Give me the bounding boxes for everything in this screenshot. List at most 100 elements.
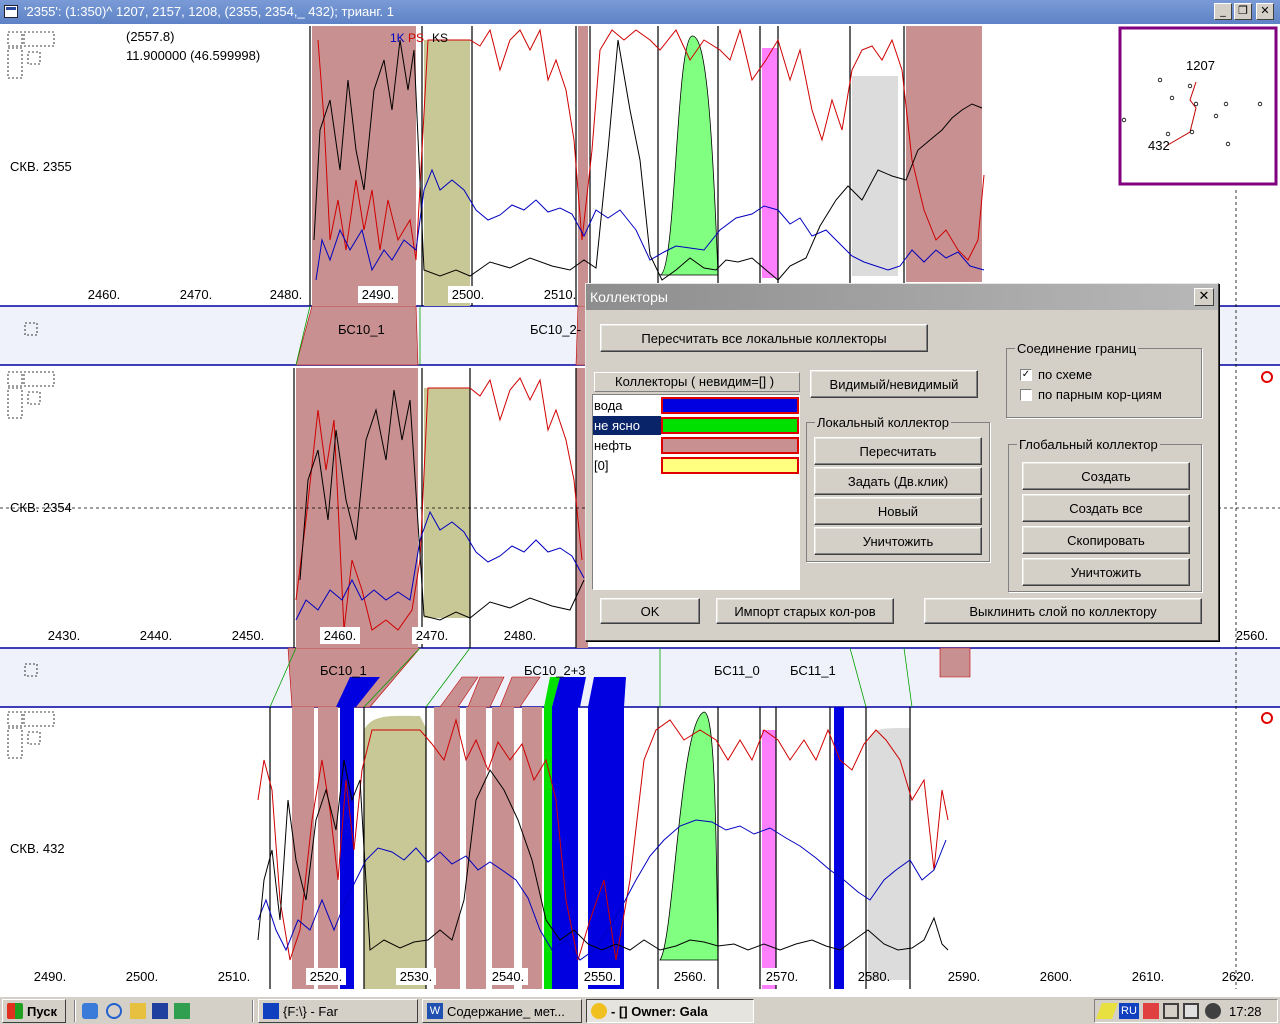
list-item[interactable]: [0]: [593, 456, 799, 475]
corr-label-bs11-0: БС11_0: [714, 663, 760, 678]
depth-tick-label: 2430.: [48, 628, 81, 643]
browser-icon[interactable]: [106, 1003, 122, 1019]
collector-color-swatch: [661, 397, 799, 414]
boundary-connection-group: Соединение границ: [1006, 341, 1202, 418]
collector-color-swatch: [661, 417, 799, 434]
well-name-2354: СКВ. 2354: [10, 500, 72, 515]
well-track-2355: 1K PS KS: [309, 26, 985, 306]
local-new-button[interactable]: Новый: [814, 497, 982, 525]
language-indicator[interactable]: RU: [1119, 1003, 1139, 1019]
task-owner-gala[interactable]: - [] Owner: Gala: [586, 999, 754, 1023]
marker-circle[interactable]: [1261, 712, 1273, 724]
antivirus-icon[interactable]: [1143, 1003, 1159, 1019]
global-create-button[interactable]: Создать: [1022, 462, 1190, 490]
depth-tick-label: 2510.: [544, 287, 577, 302]
visible-toggle-button[interactable]: Видимый/невидимый: [810, 370, 978, 398]
explorer-icon[interactable]: [130, 1003, 146, 1019]
dialog-title-bar[interactable]: Коллекторы ✕: [586, 284, 1218, 310]
word-icon: W: [427, 1003, 443, 1019]
list-item[interactable]: вода: [593, 396, 799, 415]
inset-label-432: 432: [1148, 138, 1170, 153]
show-desktop-icon[interactable]: [82, 1003, 98, 1019]
global-create-all-button[interactable]: Создать все: [1022, 494, 1190, 522]
printer-icon[interactable]: [1205, 1003, 1221, 1019]
depth-tick-label: 2620.: [1222, 969, 1255, 984]
task-word[interactable]: W Содержание_ мет...: [422, 999, 582, 1023]
windows-logo-icon: [7, 1003, 23, 1019]
collector-color-swatch: [661, 437, 799, 454]
depth-tick-label: 2500.: [452, 287, 485, 302]
window-title-bar[interactable]: '2355': (1:350)^ 1207, 2157, 1208, (2355…: [0, 0, 1280, 24]
window-title: '2355': (1:350)^ 1207, 2157, 1208, (2355…: [24, 4, 394, 19]
depth-tick-label: 2520.: [310, 969, 343, 984]
minimize-button[interactable]: _: [1214, 3, 1232, 20]
cursor-depth-readout: (2557.8): [126, 29, 174, 44]
depth-tick-label: 2460.: [88, 287, 121, 302]
ok-button[interactable]: OK: [600, 598, 700, 624]
curve-legend-ps: PS: [408, 31, 424, 45]
depth-tick-label: 2470.: [180, 287, 213, 302]
depth-tick-label: 2450.: [232, 628, 265, 643]
import-old-collectors-button[interactable]: Импорт старых кол-ров: [716, 598, 894, 624]
depth-tick-label: 2480.: [270, 287, 303, 302]
depth-tick-label: 2610.: [1132, 969, 1165, 984]
local-recalc-button[interactable]: Пересчитать: [814, 437, 982, 465]
app-quick-icon[interactable]: [174, 1003, 190, 1019]
restore-button[interactable]: ❐: [1234, 3, 1252, 20]
depth-tick-label: 2510.: [218, 969, 251, 984]
corr-label-bs10-1-upper: БС10_1: [338, 322, 385, 337]
cursor-value-readout: 11.900000 (46.599998): [126, 48, 260, 63]
inset-well-map[interactable]: 1207 432: [1118, 26, 1278, 186]
depth-tick-label: 2540.: [492, 969, 525, 984]
start-label: Пуск: [27, 1003, 57, 1019]
start-button[interactable]: Пуск: [2, 999, 66, 1023]
task-word-label: Содержание_ мет...: [447, 1003, 565, 1019]
depth-tick-label: 2590.: [948, 969, 981, 984]
collectors-list[interactable]: вода не ясно нефть [0]: [592, 394, 800, 590]
global-delete-button[interactable]: Уничтожить: [1022, 558, 1190, 586]
checkbox-checked-icon: ✓: [1020, 368, 1032, 381]
local-collector-label: Локальный коллектор: [815, 415, 951, 430]
curve-legend-1k: 1K: [390, 31, 405, 45]
local-delete-button[interactable]: Уничтожить: [814, 527, 982, 555]
well-name-432: СКВ. 432: [10, 841, 65, 856]
well-track-432: [257, 707, 949, 989]
global-copy-button[interactable]: Скопировать: [1022, 526, 1190, 554]
app-icon: [591, 1003, 607, 1019]
collector-name: не ясно: [594, 418, 640, 433]
monitor-icon[interactable]: [1183, 1003, 1199, 1019]
by-scheme-checkbox[interactable]: ✓ по схеме: [1020, 367, 1092, 382]
list-item[interactable]: нефть: [593, 436, 799, 455]
list-item[interactable]: не ясно: [593, 416, 799, 435]
clock: 17:28: [1229, 1004, 1262, 1019]
close-button[interactable]: ✕: [1256, 3, 1274, 20]
power-icon[interactable]: [1096, 1003, 1118, 1019]
by-pair-correlations-checkbox[interactable]: по парным кор-циям: [1020, 387, 1162, 402]
curve-legend-ks: KS: [432, 31, 448, 45]
local-set-button[interactable]: Задать (Дв.клик): [814, 467, 982, 495]
depth-tick-label: 2550.: [584, 969, 617, 984]
by-scheme-label: по схеме: [1038, 367, 1093, 382]
recalc-all-local-button[interactable]: Пересчитать все локальные коллекторы: [600, 324, 928, 352]
task-far[interactable]: {F:\} - Far: [258, 999, 418, 1023]
depth-tick-label: 2560.: [1236, 628, 1269, 643]
depth-tick-label: 2560.: [674, 969, 707, 984]
corr-label-bs11-1: БС11_1: [790, 663, 836, 678]
far-quick-icon[interactable]: [152, 1003, 168, 1019]
collector-name: вода: [594, 398, 623, 413]
network-icon[interactable]: [1163, 1003, 1179, 1019]
corr-label-bs10-2-3: БС10_2+3: [524, 663, 586, 678]
depth-tick-label: 2570.: [766, 969, 799, 984]
collector-color-swatch: [661, 457, 799, 474]
marker-circle[interactable]: [1261, 371, 1273, 383]
boundary-connection-label: Соединение границ: [1015, 341, 1139, 356]
checkbox-empty-icon: [1020, 388, 1032, 401]
collectors-list-header: Коллекторы ( невидим=[] ): [594, 372, 800, 392]
collectors-dialog: Коллекторы ✕ Пересчитать все локальные к…: [585, 283, 1219, 641]
taskbar: Пуск {F:\} - Far W Содержание_ мет... - …: [0, 996, 1280, 1024]
dialog-close-button[interactable]: ✕: [1194, 288, 1214, 306]
by-pair-correlations-label: по парным кор-циям: [1038, 387, 1162, 402]
pinch-out-layer-button[interactable]: Выклинить слой по коллектору: [924, 598, 1202, 624]
collector-name: нефть: [594, 438, 632, 453]
task-owner-label: - [] Owner: Gala: [611, 1003, 708, 1019]
